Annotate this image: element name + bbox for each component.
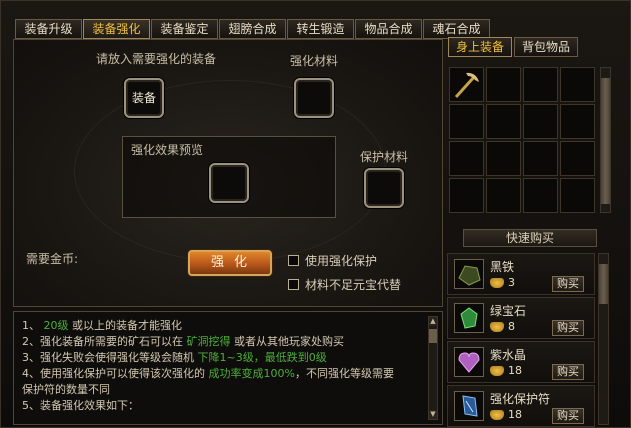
shop-item-price: 18	[508, 408, 522, 421]
use-protect-option[interactable]: 使用强化保护	[288, 252, 377, 269]
tab-strengthen[interactable]: 装备强化	[83, 19, 150, 39]
gold-ingot-icon	[490, 278, 504, 288]
material-label: 强化材料	[290, 54, 339, 68]
inventory-cell[interactable]	[523, 178, 558, 213]
rule-line-4: 4、使用强化保护可以使得该次强化的 成功率变成100%，不同强化等级需要	[22, 367, 394, 380]
equip-prompt-label: 请放入需要强化的装备	[96, 52, 217, 66]
shop-item-name: 黑铁	[490, 260, 515, 274]
inventory-cell[interactable]	[486, 141, 521, 176]
shop-item-name: 强化保护符	[490, 392, 551, 406]
shop-item-price: 8	[508, 320, 515, 333]
pickaxe-icon	[454, 72, 479, 99]
tab-wing-synthesis[interactable]: 翅膀合成	[219, 19, 286, 39]
protect-material-label: 保护材料	[360, 150, 409, 164]
shop-item-price: 18	[508, 364, 522, 377]
gold-ingot-icon	[490, 322, 504, 332]
emerald-icon[interactable]	[454, 303, 484, 333]
tab-soulstone-synthesis[interactable]: 魂石合成	[423, 19, 490, 39]
quick-buy-list: 黑铁 3 购买 绿宝石 8 购买 紫水晶 18 购买 强化保护符 18 购买	[447, 253, 595, 428]
shop-scroll-thumb[interactable]	[599, 264, 608, 304]
inventory-cell[interactable]	[486, 67, 521, 102]
strengthen-panel: 请放入需要强化的装备 强化材料 装备 强化效果预览 保护材料 需要金币: 强化 …	[13, 39, 443, 307]
quick-buy-header: 快速购买	[463, 229, 597, 247]
inventory-cell[interactable]	[523, 141, 558, 176]
rules-text-area[interactable]: 1、 20级 或以上的装备才能强化 2、强化装备所需要的矿石可以在 矿洞挖得 或…	[13, 311, 443, 425]
yuanbao-substitute-label: 材料不足元宝代替	[305, 278, 402, 292]
shop-item-price: 3	[508, 276, 515, 289]
shop-scrollbar[interactable]	[598, 253, 609, 425]
tab-item-synthesis[interactable]: 物品合成	[355, 19, 422, 39]
protect-material-slot[interactable]	[364, 168, 404, 208]
inventory-cell[interactable]	[486, 104, 521, 139]
buy-button[interactable]: 购买	[552, 364, 584, 380]
inventory-scroll-thumb[interactable]	[601, 78, 610, 204]
inventory-tab-bar: 身上装备 背包物品	[448, 37, 580, 57]
inventory-cell[interactable]	[449, 141, 484, 176]
material-slot[interactable]	[294, 78, 334, 118]
shop-item: 紫水晶 18 购买	[447, 341, 595, 383]
preview-label: 强化效果预览	[131, 143, 204, 157]
shop-item-name: 紫水晶	[490, 348, 527, 362]
inventory-cell[interactable]	[523, 67, 558, 102]
yuanbao-substitute-option[interactable]: 材料不足元宝代替	[288, 276, 401, 293]
shop-item: 绿宝石 8 购买	[447, 297, 595, 339]
inventory-cell[interactable]	[523, 104, 558, 139]
amethyst-icon[interactable]	[454, 347, 484, 377]
rule-line-4b: 保护符的数量不同	[22, 383, 110, 396]
inventory-cell[interactable]	[449, 67, 484, 102]
buy-button[interactable]: 购买	[552, 408, 584, 424]
buy-button[interactable]: 购买	[552, 276, 584, 292]
inventory-grid	[449, 67, 595, 213]
tab-backpack[interactable]: 背包物品	[514, 37, 578, 57]
strengthen-button[interactable]: 强化	[188, 250, 272, 276]
inventory-cell[interactable]	[449, 178, 484, 213]
shop-item: 黑铁 3 购买	[447, 253, 595, 295]
rule-line-5: 5、装备强化效果如下：	[22, 399, 139, 412]
shop-item: 强化保护符 18 购买	[447, 385, 595, 427]
buy-button[interactable]: 购买	[552, 320, 584, 336]
scroll-down-icon[interactable]: ▼	[429, 410, 437, 419]
preview-box: 强化效果预览	[122, 136, 336, 218]
strengthen-window: 装备升级 装备强化 装备鉴定 翅膀合成 转生锻造 物品合成 魂石合成 请放入需要…	[0, 0, 631, 428]
use-protect-checkbox[interactable]	[288, 255, 299, 266]
gold-ingot-icon	[490, 410, 504, 420]
equipment-slot[interactable]: 装备	[124, 78, 164, 118]
tab-equipped[interactable]: 身上装备	[448, 37, 512, 57]
preview-slot	[209, 163, 249, 203]
rule-line-3: 3、强化失败会使得强化等级会随机 下降1~3级，最低跌到0级	[22, 351, 327, 364]
tab-identify[interactable]: 装备鉴定	[151, 19, 218, 39]
rules-scroll-thumb[interactable]	[429, 329, 437, 343]
inventory-cell[interactable]	[560, 104, 595, 139]
inventory-cell[interactable]	[560, 141, 595, 176]
scroll-up-icon[interactable]: ▲	[429, 317, 437, 326]
inventory-cell[interactable]	[560, 178, 595, 213]
gold-required-label: 需要金币:	[26, 252, 79, 266]
gold-ingot-icon	[490, 366, 504, 376]
tab-rebirth-forge[interactable]: 转生锻造	[287, 19, 354, 39]
black-iron-ore-icon[interactable]	[454, 259, 484, 289]
inventory-cell[interactable]	[449, 104, 484, 139]
tab-upgrade[interactable]: 装备升级	[15, 19, 82, 39]
equipment-slot-label: 装备	[131, 91, 156, 105]
rule-line-1: 1、 20级 或以上的装备才能强化	[22, 319, 182, 332]
rules-scrollbar[interactable]: ▲ ▼	[428, 316, 438, 420]
inventory-cell[interactable]	[560, 67, 595, 102]
rule-line-2: 2、强化装备所需要的矿石可以在 矿洞挖得 或者从其他玩家处购买	[22, 335, 344, 348]
inventory-scrollbar[interactable]	[600, 67, 611, 213]
inventory-cell[interactable]	[486, 178, 521, 213]
shop-item-name: 绿宝石	[490, 304, 527, 318]
tab-bar: 装备升级 装备强化 装备鉴定 翅膀合成 转生锻造 物品合成 魂石合成	[15, 19, 491, 39]
yuanbao-substitute-checkbox[interactable]	[288, 279, 299, 290]
protection-charm-icon[interactable]	[454, 391, 484, 421]
use-protect-label: 使用强化保护	[305, 254, 378, 268]
